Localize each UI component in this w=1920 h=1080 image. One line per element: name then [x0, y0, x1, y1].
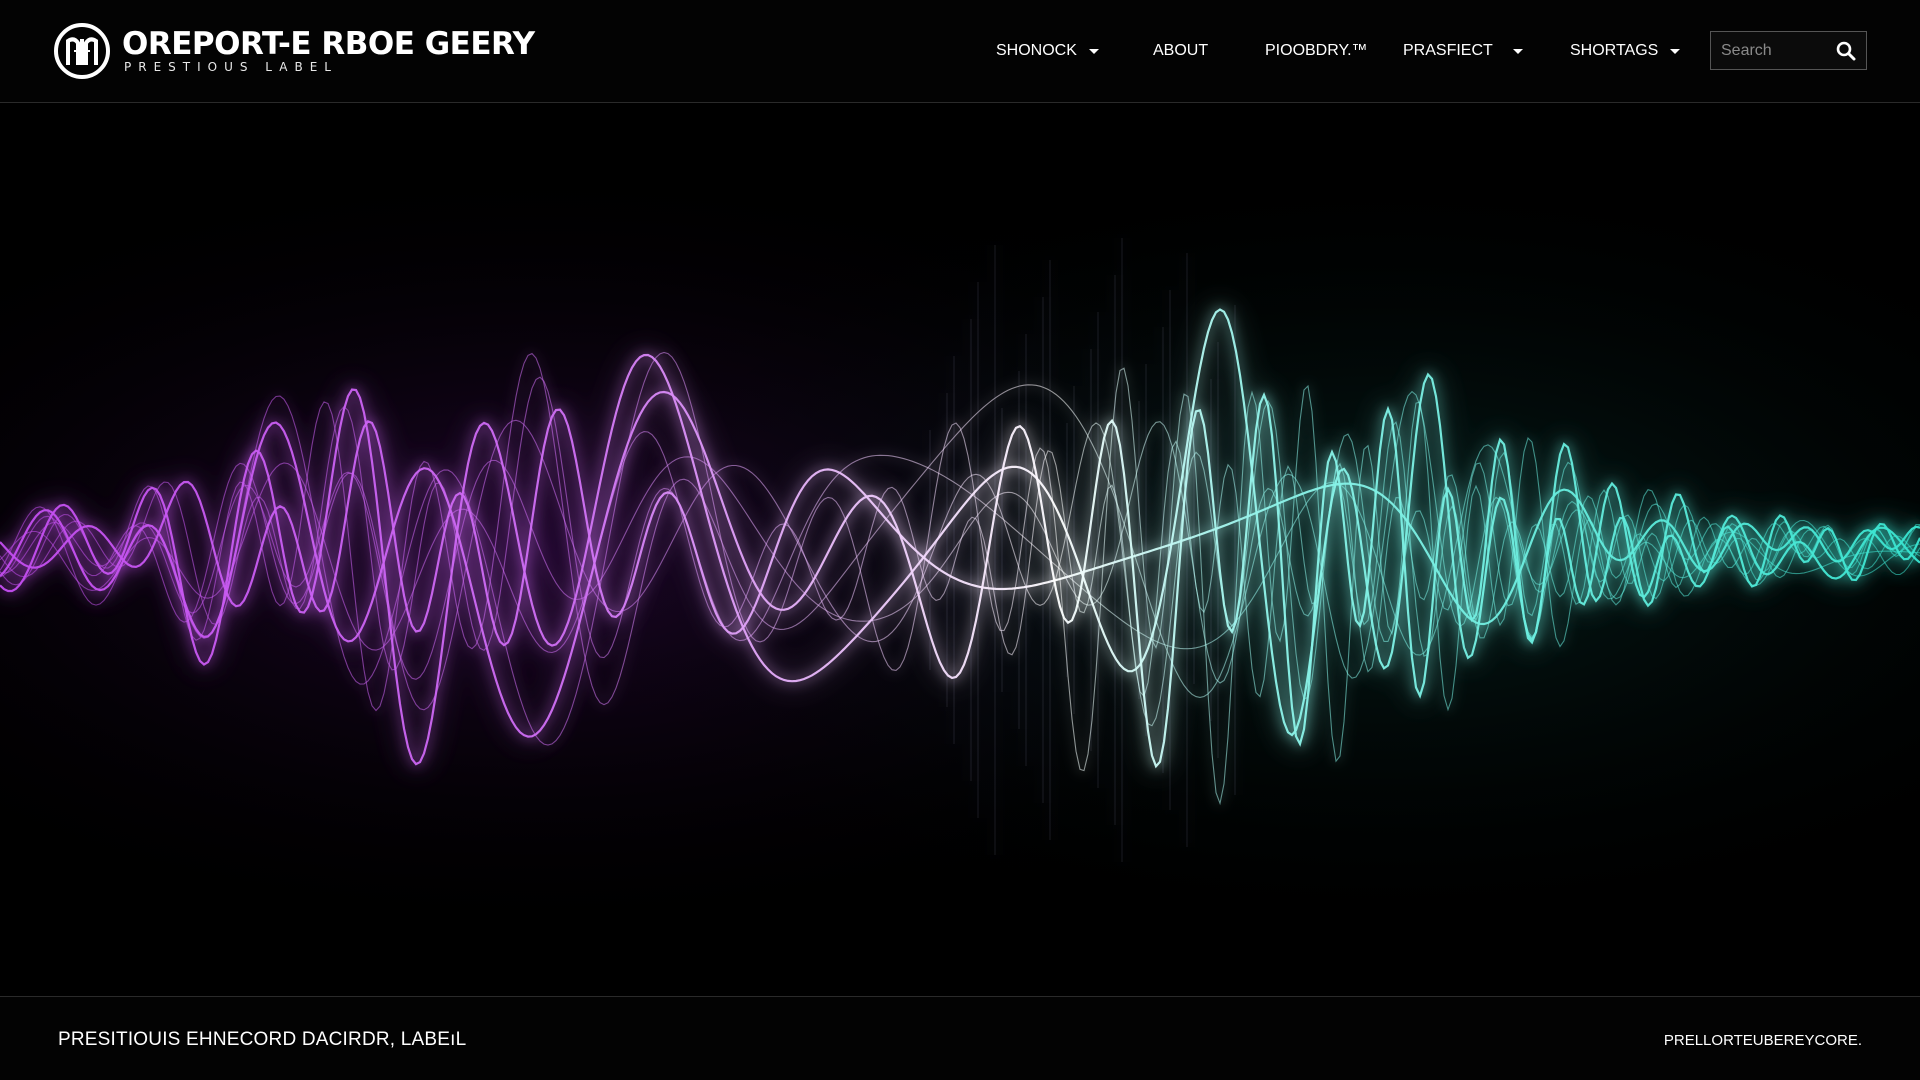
- search-input[interactable]: [1721, 41, 1836, 60]
- nav-item-shonock[interactable]: SHONOCK: [996, 42, 1099, 60]
- hero-waveform: [0, 104, 1920, 996]
- nav-item-label: PIOOBDRY.™: [1265, 42, 1368, 59]
- page: OREPORT-E RBOE GEERY PRESTIOUS LABEL SHO…: [0, 0, 1920, 1080]
- nav-item-about[interactable]: ABOUT: [1153, 42, 1208, 60]
- nav-item-prasfiect[interactable]: PRASFIECT: [1403, 42, 1523, 60]
- brand-logo[interactable]: OREPORT-E RBOE GEERY PRESTIOUS LABEL: [52, 20, 535, 82]
- nav-item-shortags[interactable]: SHORTAGS: [1570, 42, 1681, 60]
- caret-down-icon: [1670, 48, 1681, 54]
- search-icon[interactable]: [1836, 41, 1856, 61]
- site-footer: PRESITIOUIS EHNECORD DACIRDR, LABEıL PRE…: [0, 996, 1920, 1080]
- footer-label: PRESITIOUIS EHNECORD DACIRDR, LABEıL: [58, 1029, 467, 1050]
- footer-link[interactable]: PRELLORTEUBEREYCORE.: [1664, 1032, 1862, 1049]
- waveform-graphic: [0, 104, 1920, 996]
- nav-item-label: PRASFIECT: [1403, 42, 1493, 59]
- nav-item-pioobdry[interactable]: PIOOBDRY.™: [1265, 42, 1368, 60]
- site-header: OREPORT-E RBOE GEERY PRESTIOUS LABEL SHO…: [0, 0, 1920, 103]
- caret-down-icon: [1088, 48, 1099, 54]
- brand-subtitle: PRESTIOUS LABEL: [124, 60, 338, 74]
- nav-item-label: SHORTAGS: [1570, 42, 1659, 59]
- nav-item-label: ABOUT: [1153, 42, 1209, 59]
- nav-item-label: SHONOCK: [996, 42, 1077, 59]
- brand-title: OREPORT-E RBOE GEERY: [122, 26, 535, 62]
- search-box: [1710, 31, 1867, 70]
- brand-logo-icon: [54, 23, 110, 79]
- caret-down-icon: [1512, 48, 1523, 54]
